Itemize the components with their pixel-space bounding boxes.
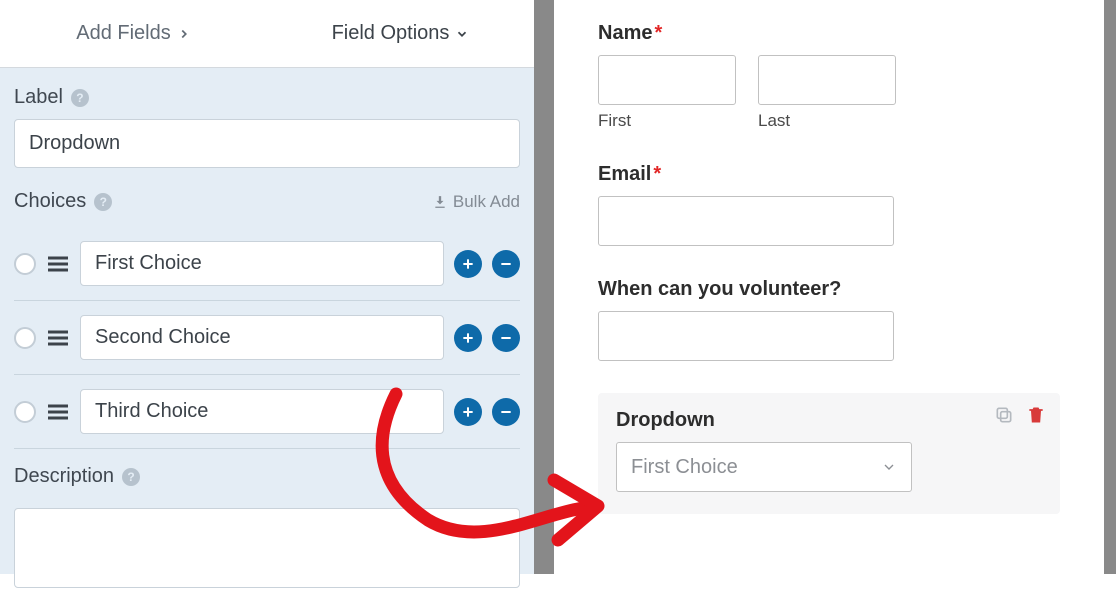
preview-field-dropdown[interactable]: Dropdown First Choice <box>598 393 1060 514</box>
choice-input[interactable] <box>80 389 444 434</box>
bulk-add-button[interactable]: Bulk Add <box>433 192 520 212</box>
drag-handle-icon[interactable] <box>46 328 70 348</box>
field-label-input[interactable] <box>14 119 520 168</box>
tab-field-options[interactable]: Field Options <box>267 0 534 67</box>
preview-field-name: Name* First Last <box>598 22 1060 131</box>
drag-handle-icon[interactable] <box>46 402 70 422</box>
chevron-down-icon <box>455 27 469 41</box>
field-label-text: Name <box>598 22 652 44</box>
default-radio[interactable] <box>14 327 36 349</box>
field-label-text: Dropdown <box>616 409 715 431</box>
chevron-right-icon <box>177 27 191 41</box>
field-label-text: When can you volunteer? <box>598 278 841 300</box>
choice-row <box>14 301 520 375</box>
add-choice-button[interactable] <box>454 324 482 352</box>
choices-heading: Choices <box>14 190 86 213</box>
add-choice-button[interactable] <box>454 250 482 278</box>
choice-input[interactable] <box>80 241 444 286</box>
download-icon <box>433 195 447 209</box>
description-input[interactable] <box>14 508 520 588</box>
last-sublabel: Last <box>758 111 896 131</box>
tab-label: Field Options <box>332 22 450 45</box>
preview-field-email: Email* <box>598 163 1060 246</box>
choice-row <box>14 227 520 301</box>
required-mark: * <box>653 163 661 185</box>
duplicate-icon[interactable] <box>994 405 1014 425</box>
tab-add-fields[interactable]: Add Fields <box>0 0 267 67</box>
tab-label: Add Fields <box>76 22 171 45</box>
sidebar-panel: Add Fields Field Options Label ? Choices… <box>0 0 540 574</box>
first-name-input[interactable] <box>598 55 736 105</box>
remove-choice-button[interactable] <box>492 324 520 352</box>
choice-row <box>14 375 520 449</box>
help-icon[interactable]: ? <box>94 193 112 211</box>
volunteer-input[interactable] <box>598 311 894 361</box>
label-heading: Label <box>14 86 63 109</box>
last-name-input[interactable] <box>758 55 896 105</box>
select-value: First Choice <box>631 456 738 479</box>
bulk-add-label: Bulk Add <box>453 192 520 212</box>
default-radio[interactable] <box>14 253 36 275</box>
trash-icon[interactable] <box>1026 405 1046 425</box>
choice-input[interactable] <box>80 315 444 360</box>
help-icon[interactable]: ? <box>71 89 89 107</box>
add-choice-button[interactable] <box>454 398 482 426</box>
help-icon[interactable]: ? <box>122 468 140 486</box>
dropdown-select[interactable]: First Choice <box>616 442 912 492</box>
email-input[interactable] <box>598 196 894 246</box>
remove-choice-button[interactable] <box>492 250 520 278</box>
drag-handle-icon[interactable] <box>46 254 70 274</box>
remove-choice-button[interactable] <box>492 398 520 426</box>
required-mark: * <box>654 22 662 44</box>
preview-area: Name* First Last Email* <box>540 0 1116 574</box>
default-radio[interactable] <box>14 401 36 423</box>
description-heading: Description <box>14 465 114 488</box>
first-sublabel: First <box>598 111 736 131</box>
field-label-text: Email <box>598 163 651 185</box>
chevron-down-icon <box>881 459 897 475</box>
preview-field-volunteer: When can you volunteer? <box>598 278 1060 361</box>
